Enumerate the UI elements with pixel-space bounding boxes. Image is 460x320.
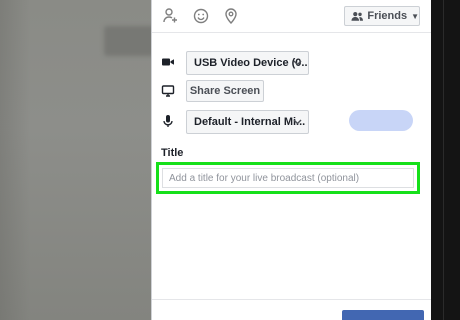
video-source-value: USB Video Device (0...	[194, 57, 309, 69]
window-divider	[443, 0, 444, 320]
chevron-down-icon	[293, 60, 302, 66]
share-screen-button[interactable]: Share Screen	[186, 80, 264, 102]
broadcast-settings-panel: Friends ▼ USB Video Device (0... Share S…	[151, 0, 432, 320]
audience-label: Friends	[367, 10, 408, 22]
preview-shadow	[0, 0, 30, 320]
title-label: Title	[161, 147, 184, 159]
title-highlight-box	[156, 162, 420, 194]
audio-source-value: Default - Internal Mi...	[194, 116, 306, 128]
preview-object	[104, 26, 151, 56]
audio-source-select[interactable]: Default - Internal Mi...	[186, 110, 309, 134]
audio-level-indicator	[349, 110, 413, 131]
broadcast-title-input[interactable]	[162, 168, 414, 188]
people-icon	[351, 12, 363, 21]
monitor-icon	[161, 85, 175, 97]
live-broadcast-window: Friends ▼ USB Video Device (0... Share S…	[0, 0, 460, 320]
window-edge	[431, 0, 460, 320]
chevron-down-icon	[293, 119, 302, 125]
video-camera-icon	[162, 58, 174, 66]
go-live-button[interactable]	[342, 310, 424, 320]
video-source-select[interactable]: USB Video Device (0...	[186, 51, 309, 75]
microphone-icon	[163, 115, 173, 127]
location-pin-icon[interactable]	[222, 7, 240, 25]
composer-toolbar: Friends ▼	[152, 0, 432, 33]
camera-preview	[0, 0, 151, 320]
audience-selector-button[interactable]: Friends ▼	[344, 6, 420, 26]
panel-footer	[152, 299, 432, 320]
tag-person-icon[interactable]	[161, 7, 179, 25]
smiley-icon[interactable]	[192, 7, 210, 25]
caret-down-icon: ▼	[411, 11, 419, 21]
